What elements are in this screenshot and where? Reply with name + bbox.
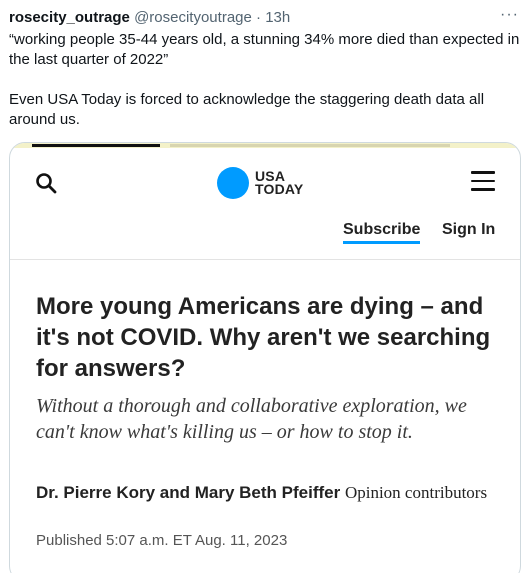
article-subheadline: Without a thorough and collaborative exp… bbox=[36, 395, 467, 443]
tweet-text-quote: “working people 35-44 years old, a stunn… bbox=[9, 31, 520, 68]
subscribe-underline bbox=[343, 241, 420, 244]
tweet-separator: · bbox=[256, 9, 262, 26]
byline-authors[interactable]: Dr. Pierre Kory and Mary Beth Pfeiffer bbox=[36, 483, 340, 502]
tweet-handle[interactable]: @rosecityoutrage bbox=[134, 9, 252, 26]
logo-circle bbox=[217, 167, 249, 199]
more-options-button[interactable]: ··· bbox=[500, 6, 519, 24]
tweet-time[interactable]: 13h bbox=[265, 9, 290, 26]
search-icon[interactable] bbox=[34, 171, 58, 195]
sign-in-link[interactable]: Sign In bbox=[442, 221, 495, 239]
byline-role: Opinion contributors bbox=[344, 483, 488, 502]
subscribe-link[interactable]: Subscribe bbox=[343, 221, 420, 239]
tweet-text-comment: Even USA Today is forced to acknowledge … bbox=[9, 91, 485, 128]
published-date: Published 5:07 a.m. ET Aug. 11, 2023 bbox=[36, 532, 288, 549]
usa-today-logo[interactable]: USA TODAY bbox=[217, 167, 303, 199]
header-divider bbox=[10, 259, 520, 260]
cropped-banner-strip bbox=[10, 143, 520, 148]
embedded-article-image[interactable]: USA TODAY Subscribe Sign In More young A… bbox=[9, 142, 521, 573]
tweet-display-name[interactable]: rosecity_outrage bbox=[9, 9, 130, 26]
tweet-header: rosecity_outrage @rosecityoutrage · 13h bbox=[9, 8, 290, 28]
logo-text: USA TODAY bbox=[255, 168, 304, 197]
menu-icon[interactable] bbox=[471, 171, 495, 191]
article-headline: More young Americans are dying – and it'… bbox=[36, 293, 491, 382]
article-byline: Dr. Pierre Kory and Mary Beth Pfeiffer O… bbox=[36, 481, 506, 504]
